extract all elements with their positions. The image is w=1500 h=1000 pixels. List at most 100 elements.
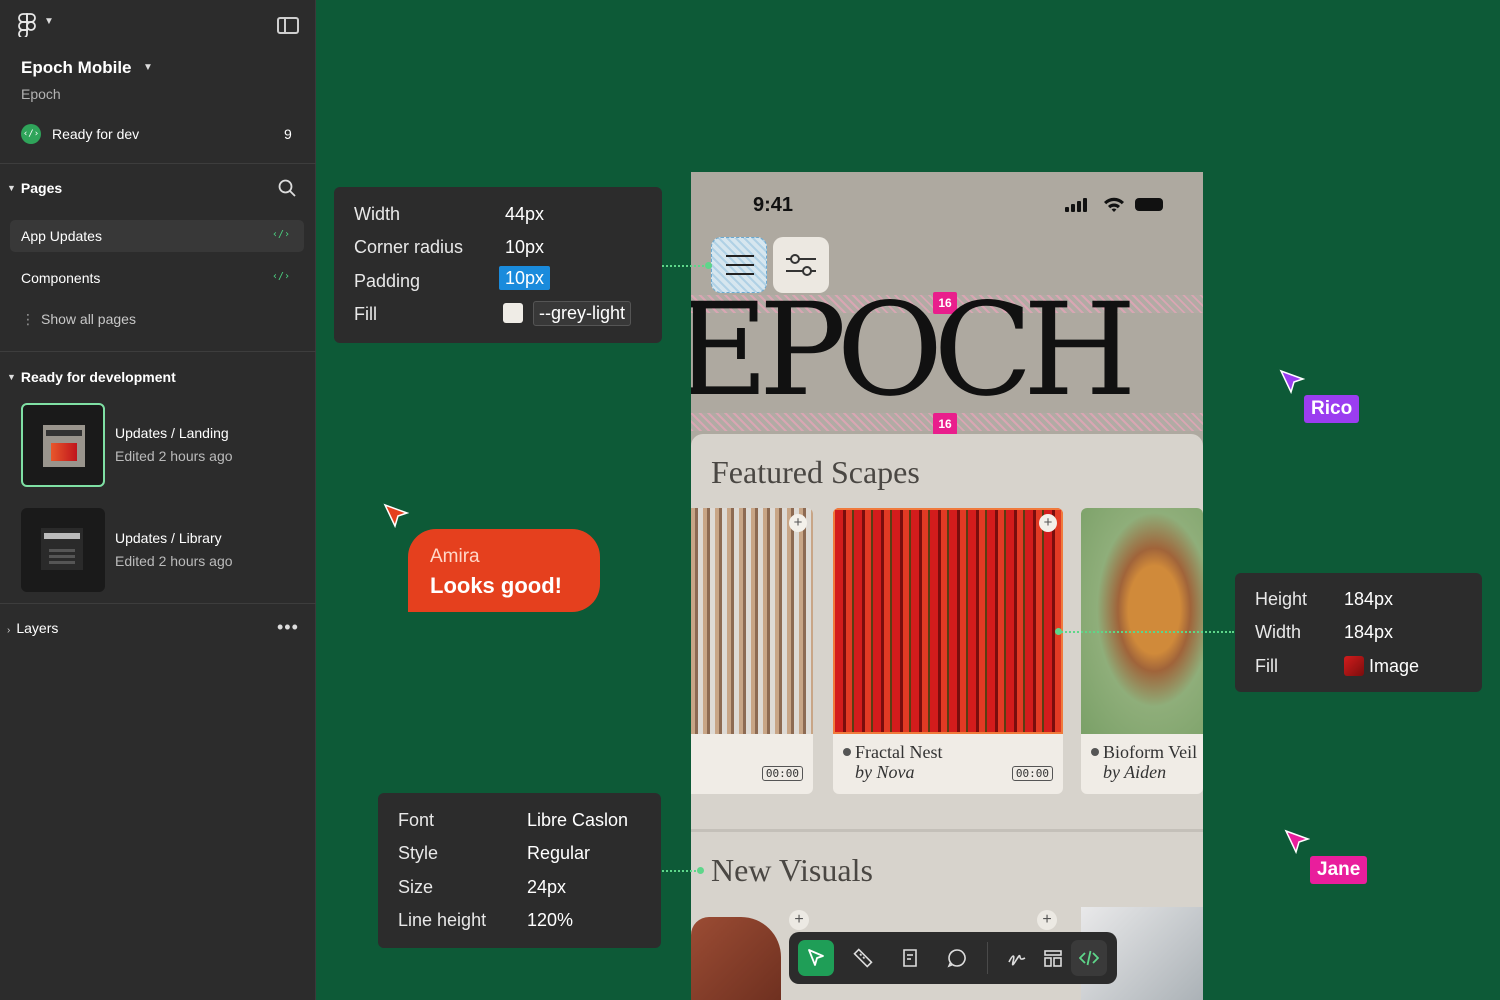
featured-scapes-title[interactable]: Featured Scapes	[711, 454, 920, 491]
ready-for-dev-link[interactable]: Ready for dev	[52, 126, 139, 142]
ready-item-meta: Edited 2 hours ago	[115, 553, 233, 569]
more-horizontal-icon[interactable]: •••	[277, 617, 299, 638]
spec-value[interactable]: 184px	[1344, 622, 1393, 643]
figma-logo-icon[interactable]	[18, 13, 36, 37]
pages-header[interactable]: ▼ Pages	[7, 180, 62, 196]
frame-thumbnail	[21, 403, 105, 487]
page-label: Components	[21, 270, 101, 286]
spec-value[interactable]: 24px	[527, 877, 566, 898]
wifi-icon	[1104, 197, 1124, 212]
ready-item-title: Updates / Library	[115, 530, 222, 546]
left-sidebar: ▼ Epoch Mobile ▼ Epoch ‹/› Ready for dev…	[0, 0, 316, 1000]
show-all-pages-link[interactable]: ⋮ Show all pages	[21, 311, 136, 328]
connector-dot	[705, 262, 712, 269]
scape-card-fractal-nest[interactable]: + Fractal Nest by Nova 00:00	[833, 508, 1063, 794]
add-icon[interactable]: +	[789, 514, 807, 532]
comment-icon	[947, 949, 966, 968]
dev-mode-toggle[interactable]	[1071, 940, 1107, 976]
comment-author: Amira	[430, 546, 480, 567]
visual-thumbnail[interactable]	[691, 917, 781, 1000]
spec-value[interactable]: 10px	[505, 237, 544, 258]
hamburger-icon	[726, 255, 754, 275]
file-name[interactable]: Epoch Mobile	[21, 58, 132, 78]
code-icon: ‹/›	[21, 124, 41, 144]
spec-value[interactable]: 10px	[499, 266, 551, 290]
ready-for-development-header[interactable]: ▼ Ready for development	[7, 369, 176, 385]
code-icon: ‹/›	[271, 229, 290, 240]
frame-thumbnail	[21, 508, 105, 592]
status-time: 9:41	[753, 194, 794, 216]
spec-label: Height	[1255, 589, 1308, 609]
connector-line	[1058, 631, 1234, 633]
spec-label: Corner radius	[354, 237, 464, 257]
spec-label: Width	[354, 204, 401, 224]
bottom-toolbar	[789, 932, 1117, 984]
spec-card-button: Width 44px Corner radius 10px Padding 10…	[334, 187, 662, 343]
more-vertical-icon: ⋮	[21, 311, 35, 327]
battery-icon	[1135, 198, 1163, 211]
ready-item-landing[interactable]: Updates / Landing Edited 2 hours ago	[21, 403, 311, 487]
components-icon	[1044, 950, 1062, 967]
spec-label: Width	[1255, 622, 1302, 642]
comment-message: Looks good!	[430, 573, 562, 598]
spec-value[interactable]: Regular	[527, 843, 590, 864]
layers-header[interactable]: › Layers	[7, 620, 58, 636]
phone-frame[interactable]: 9:41 16 EPOCH 16 Featured Scapes + 00:00…	[691, 172, 1203, 1000]
annotate-tool-button[interactable]	[892, 940, 928, 976]
page-item-app-updates[interactable]: App Updates ‹/›	[10, 220, 304, 252]
draw-icon	[1008, 954, 1026, 966]
chevron-down-icon[interactable]: ▼	[143, 62, 153, 73]
search-icon[interactable]	[278, 179, 296, 197]
spec-value[interactable]: 184px	[1344, 589, 1393, 610]
spec-value[interactable]: Libre Caslon	[527, 810, 628, 831]
page-label: App Updates	[21, 228, 102, 244]
add-icon[interactable]: +	[1037, 910, 1057, 930]
color-token: --grey-light	[533, 301, 632, 326]
page-item-components[interactable]: Components ‹/›	[10, 262, 304, 294]
draw-tool-button[interactable]	[999, 940, 1035, 976]
comment-bubble[interactable]: Amira Looks good!	[408, 529, 600, 612]
components-tool-button[interactable]	[1035, 940, 1071, 976]
spec-label: Line height	[398, 910, 487, 930]
divider	[691, 829, 1203, 832]
cursor-arrow-icon	[1284, 829, 1310, 855]
move-tool-button[interactable]	[798, 940, 834, 976]
spec-label: Size	[398, 877, 434, 897]
signal-icon	[1065, 207, 1069, 212]
chevron-right-icon: ›	[7, 625, 11, 636]
highlighted-value: 10px	[499, 266, 551, 290]
project-name[interactable]: Epoch	[21, 86, 61, 102]
epoch-wordmark[interactable]: EPOCH	[691, 287, 1203, 415]
comment-tool-button[interactable]	[939, 940, 975, 976]
ready-item-meta: Edited 2 hours ago	[115, 448, 233, 464]
spec-label: Fill	[1255, 656, 1278, 676]
spec-card-font: Font Libre Caslon Style Regular Size 24p…	[378, 793, 661, 948]
collaborator-label-jane: Jane	[1310, 856, 1368, 884]
ready-item-title: Updates / Landing	[115, 425, 229, 441]
sidebar-header: ▼	[0, 0, 315, 50]
scape-card[interactable]: + 00:00	[691, 508, 813, 794]
add-icon[interactable]: +	[789, 910, 809, 930]
duration-badge: 00:00	[761, 766, 803, 781]
spec-value[interactable]: 44px	[505, 204, 544, 225]
measure-tool-button[interactable]	[845, 940, 881, 976]
spec-value[interactable]: Image	[1344, 656, 1419, 677]
divider	[0, 351, 316, 352]
new-visuals-title[interactable]: New Visuals	[711, 852, 873, 889]
spec-value[interactable]: 120%	[527, 910, 573, 931]
chevron-down-icon[interactable]: ▼	[44, 16, 54, 27]
spec-label: Font	[398, 810, 435, 830]
sidebar-toggle-icon[interactable]	[277, 17, 299, 34]
spec-value[interactable]: --grey-light	[503, 301, 632, 326]
ready-item-library[interactable]: Updates / Library Edited 2 hours ago	[21, 508, 311, 592]
divider	[0, 603, 316, 604]
divider	[0, 163, 316, 164]
card-title: Bioform Veil	[1091, 742, 1197, 763]
connector-line	[662, 265, 708, 267]
add-icon[interactable]: +	[1039, 514, 1057, 532]
cursor-arrow-icon	[383, 503, 409, 529]
status-icons	[1065, 196, 1165, 214]
card-image	[1081, 508, 1203, 734]
spec-card-image: Height 184px Width 184px Fill Image	[1235, 573, 1482, 692]
scape-card-bioform-veil[interactable]: Bioform Veil by Aiden	[1081, 508, 1203, 794]
